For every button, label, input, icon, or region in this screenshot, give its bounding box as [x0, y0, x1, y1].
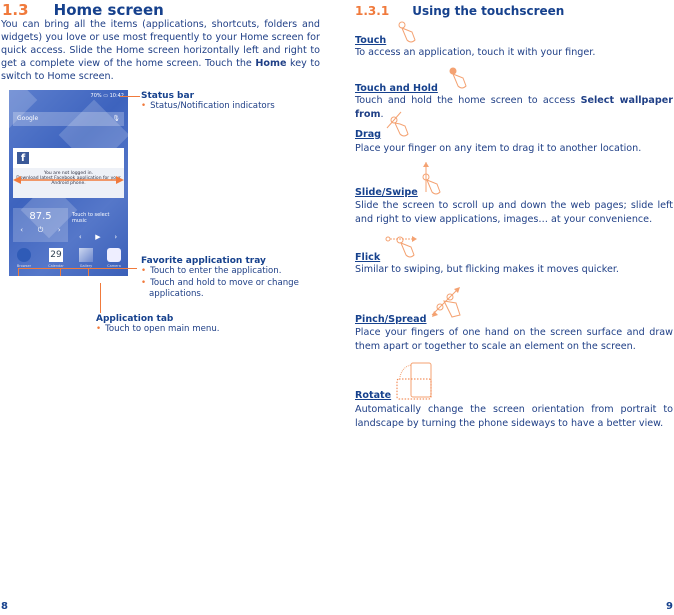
intro-bold: Home: [255, 58, 287, 69]
status-bar: 70% ▭ 10:42: [90, 93, 124, 99]
section-title: Home screen: [53, 1, 164, 19]
callout-line: [100, 283, 101, 313]
gesture-title: Touch: [355, 35, 387, 46]
gesture-title: Drag: [355, 129, 382, 140]
flick-gesture-icon: [385, 236, 417, 258]
favorite-tray-annotation: Favorite application tray • Touch to ente…: [141, 256, 321, 301]
gesture-touch-hold: Touch and Hold: [355, 67, 467, 95]
callout-line: [88, 268, 89, 276]
gallery-icon[interactable]: [79, 248, 93, 262]
intro-paragraph: You can bring all the items (application…: [1, 18, 320, 83]
facebook-widget[interactable]: f You are not logged in. Download latest …: [13, 148, 124, 198]
gesture-title: Flick: [355, 252, 381, 263]
prev-icon[interactable]: ‹: [20, 226, 23, 235]
rotate-gesture-icon: [396, 362, 432, 400]
swipe-gesture-icon: [422, 162, 441, 195]
gesture-description: To access an application, touch it with …: [355, 47, 596, 58]
touch-hold-gesture-icon: [449, 67, 467, 89]
phone-home-screenshot: 70% ▭ 10:42 Google 🎙 f You are not logged…: [9, 90, 128, 276]
browser-icon[interactable]: [17, 248, 31, 262]
gesture-description: Place your fingers of one hand on the sc…: [355, 327, 673, 352]
gesture-description: Similar to swiping, but flicking makes i…: [355, 264, 619, 275]
next-icon[interactable]: ›: [114, 233, 117, 241]
gesture-description: Place your finger on any item to drag it…: [355, 143, 642, 154]
annotation-item: • Touch to open main menu.: [96, 324, 220, 334]
desc-text: Touch and hold the home screen to access: [355, 95, 581, 106]
power-icon[interactable]: ⏻: [38, 226, 44, 235]
subsection-heading: 1.3.1 Using the touchscreen: [355, 0, 564, 19]
radio-frequency: 87.5: [29, 211, 52, 222]
search-label: Google: [17, 115, 39, 122]
page-number-left: 8: [1, 601, 8, 612]
section-heading: 1.3 Home screen: [2, 0, 164, 19]
callout-line: [18, 268, 137, 269]
play-icon[interactable]: ▶: [95, 233, 100, 241]
annotation-text: Touch to open main menu.: [105, 324, 220, 334]
annotation-title: Application tab: [96, 314, 174, 324]
gesture-title: Pinch/Spread: [355, 314, 427, 325]
gesture-title: Touch and Hold: [355, 83, 438, 94]
battery-level: 70%: [90, 93, 102, 99]
prev-icon[interactable]: ‹: [79, 233, 82, 241]
section-number: 1.3: [2, 1, 29, 19]
gesture-rotate: Rotate: [355, 362, 432, 402]
pinch-gesture-icon: [431, 287, 461, 318]
gesture-title: Rotate: [355, 390, 392, 401]
status-bar-annotation: Status bar • Status/Notification indicato…: [141, 91, 275, 113]
subsection-number: 1.3.1: [355, 4, 390, 18]
touch-gesture-icon: [398, 21, 416, 43]
gesture-description: Automatically change the screen orientat…: [355, 404, 673, 429]
swipe-arrow-icon: [13, 176, 124, 184]
callout-line: [60, 268, 61, 276]
callout-line: [120, 96, 140, 97]
application-tab-annotation: Application tab • Touch to open main menu…: [96, 314, 220, 336]
mic-icon: 🎙: [112, 115, 120, 122]
page-number-right: 9: [666, 601, 673, 612]
google-search-bar[interactable]: Google 🎙: [13, 112, 124, 126]
annotation-title: Status bar: [141, 91, 195, 101]
drag-gesture-icon: [386, 111, 409, 137]
annotation-text: Touch and hold to move or change applica…: [149, 277, 299, 300]
gesture-flick: Flick: [355, 236, 417, 264]
annotation-text: Status/Notification indicators: [150, 101, 275, 111]
calendar-icon[interactable]: 29: [49, 248, 63, 262]
facebook-icon: f: [17, 152, 29, 164]
camera-icon[interactable]: [107, 248, 121, 262]
annotation-item: • Touch and hold to move or change applic…: [141, 277, 299, 300]
radio-widget[interactable]: 87.5 ‹ ⏻ ›: [13, 208, 68, 242]
callout-line: [18, 268, 19, 276]
gesture-slide-swipe: Slide/Swipe: [355, 162, 441, 199]
gesture-touch: Touch: [355, 21, 416, 47]
annotation-text: Touch to enter the application.: [150, 266, 282, 276]
gesture-pinch-spread: Pinch/Spread: [355, 287, 461, 326]
music-widget[interactable]: Touch to select music ‹ ▶ ›: [72, 208, 124, 242]
annotation-item: • Touch to enter the application.: [141, 266, 282, 276]
music-label: Touch to select music: [72, 212, 110, 224]
desc-text: .: [380, 108, 384, 120]
gesture-drag: Drag: [355, 111, 409, 141]
gesture-description: Slide the screen to scroll up and down t…: [355, 200, 673, 225]
annotation-title: Favorite application tray: [141, 256, 266, 266]
gesture-title: Slide/Swipe: [355, 187, 418, 198]
annotation-item: • Status/Notification indicators: [141, 101, 275, 111]
next-icon[interactable]: ›: [58, 226, 61, 235]
subsection-title: Using the touchscreen: [412, 4, 565, 18]
